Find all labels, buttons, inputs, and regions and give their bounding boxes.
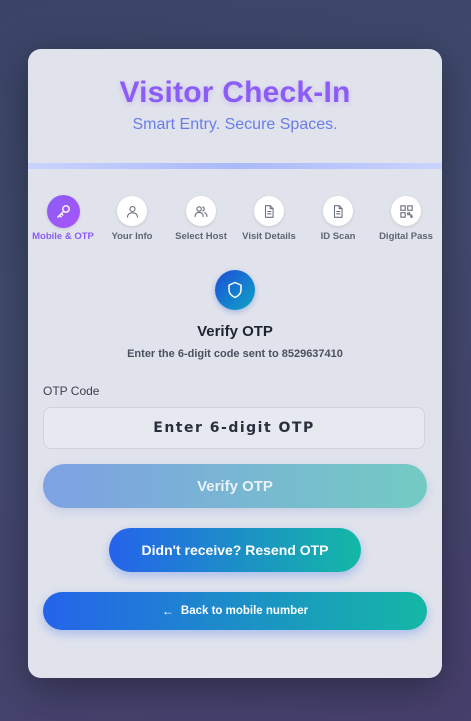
key-icon	[46, 195, 80, 228]
verify-otp-button[interactable]: Verify OTP	[43, 464, 427, 508]
step-label: Your Info	[111, 231, 153, 242]
app-subtitle: Smart Entry. Secure Spaces.	[132, 116, 338, 133]
step-visit-details[interactable]: Visit Details	[229, 196, 309, 242]
document-icon	[254, 196, 284, 226]
users-icon	[186, 196, 216, 226]
user-icon	[117, 196, 147, 226]
step-your-info[interactable]: Your Info	[92, 196, 172, 242]
step-progress: Mobile & OTP Your Info Select Host Visit…	[28, 195, 442, 246]
header-divider	[28, 163, 442, 169]
otp-input[interactable]	[43, 407, 425, 449]
resend-otp-button[interactable]: Didn't receive? Resend OTP	[109, 528, 361, 572]
verify-subtitle: Enter the 6-digit code sent to 852963741…	[127, 348, 343, 360]
step-label: Visit Details	[242, 231, 296, 242]
step-label: Digital Pass	[379, 231, 433, 242]
verify-title: Verify OTP	[197, 323, 273, 340]
back-to-mobile-button[interactable]: ← Back to mobile number	[43, 592, 427, 630]
qr-code-icon	[391, 196, 421, 226]
otp-label: OTP Code	[43, 384, 100, 398]
shield-icon	[215, 270, 255, 310]
arrow-left-icon: ←	[161, 604, 174, 618]
step-digital-pass[interactable]: Digital Pass	[366, 196, 442, 242]
app-title: Visitor Check-In	[119, 76, 351, 109]
document-icon	[323, 196, 353, 226]
back-button-label: Back to mobile number	[180, 605, 309, 617]
check-in-card: Visitor Check-In Smart Entry. Secure Spa…	[28, 49, 442, 678]
